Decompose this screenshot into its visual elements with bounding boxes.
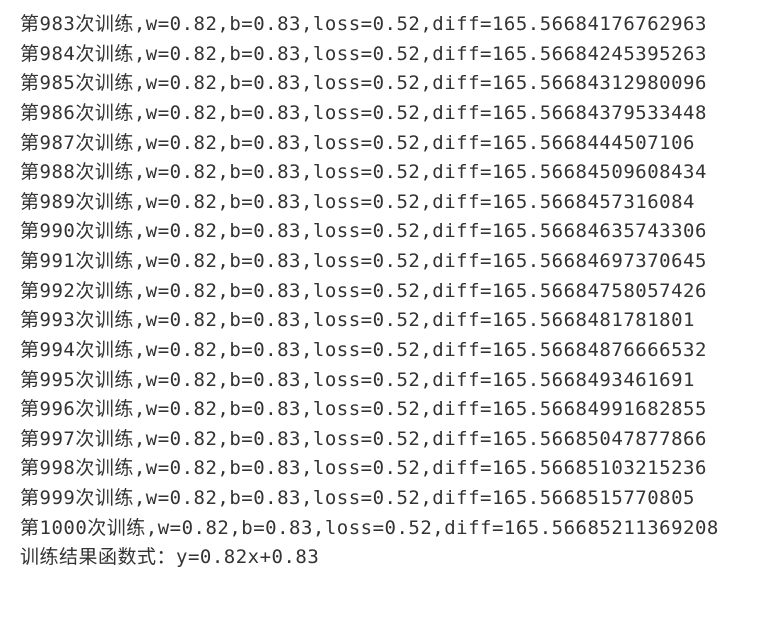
training-log-line: 第999次训练,w=0.82,b=0.83,loss=0.52,diff=165… <box>20 484 763 514</box>
training-log-line: 第983次训练,w=0.82,b=0.83,loss=0.52,diff=165… <box>20 10 763 40</box>
training-log-line: 第988次训练,w=0.82,b=0.83,loss=0.52,diff=165… <box>20 158 763 188</box>
training-log-line: 第993次训练,w=0.82,b=0.83,loss=0.52,diff=165… <box>20 306 763 336</box>
training-log-line: 第989次训练,w=0.82,b=0.83,loss=0.52,diff=165… <box>20 188 763 218</box>
training-log-line: 第984次训练,w=0.82,b=0.83,loss=0.52,diff=165… <box>20 40 763 70</box>
training-log-line: 第998次训练,w=0.82,b=0.83,loss=0.52,diff=165… <box>20 454 763 484</box>
training-log-line: 第1000次训练,w=0.82,b=0.83,loss=0.52,diff=16… <box>20 514 763 544</box>
training-log-line: 第991次训练,w=0.82,b=0.83,loss=0.52,diff=165… <box>20 247 763 277</box>
training-result: 训练结果函数式：y=0.82x+0.83 <box>20 543 763 573</box>
training-log-output: 第983次训练,w=0.82,b=0.83,loss=0.52,diff=165… <box>20 10 763 543</box>
training-log-line: 第987次训练,w=0.82,b=0.83,loss=0.52,diff=165… <box>20 129 763 159</box>
result-label: 训练结果函数式： <box>20 546 176 568</box>
training-log-line: 第994次训练,w=0.82,b=0.83,loss=0.52,diff=165… <box>20 336 763 366</box>
training-log-line: 第985次训练,w=0.82,b=0.83,loss=0.52,diff=165… <box>20 69 763 99</box>
training-log-line: 第986次训练,w=0.82,b=0.83,loss=0.52,diff=165… <box>20 99 763 129</box>
training-log-line: 第996次训练,w=0.82,b=0.83,loss=0.52,diff=165… <box>20 395 763 425</box>
training-log-line: 第997次训练,w=0.82,b=0.83,loss=0.52,diff=165… <box>20 425 763 455</box>
result-formula: y=0.82x+0.83 <box>176 546 319 568</box>
training-log-line: 第995次训练,w=0.82,b=0.83,loss=0.52,diff=165… <box>20 366 763 396</box>
training-log-line: 第990次训练,w=0.82,b=0.83,loss=0.52,diff=165… <box>20 217 763 247</box>
training-log-line: 第992次训练,w=0.82,b=0.83,loss=0.52,diff=165… <box>20 277 763 307</box>
